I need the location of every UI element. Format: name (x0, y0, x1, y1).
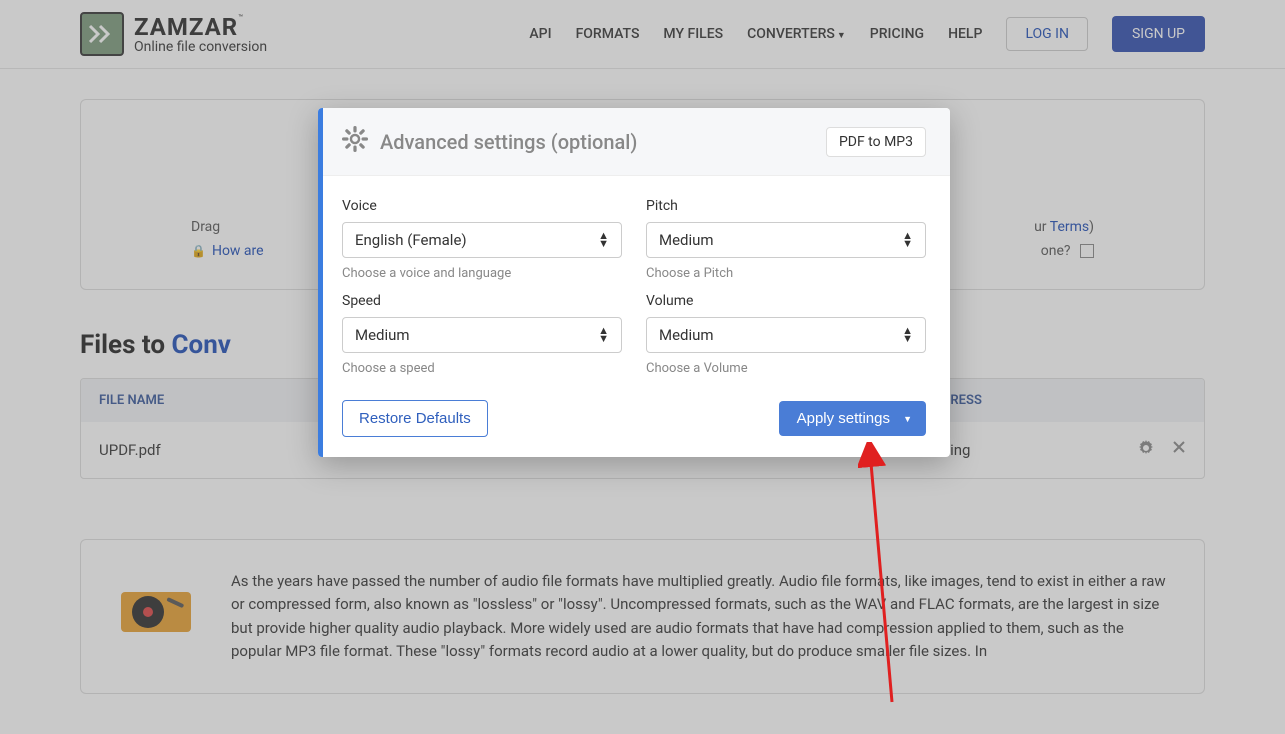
gear-icon (342, 126, 368, 157)
advanced-settings-modal: Advanced settings (optional) PDF to MP3 … (318, 108, 950, 457)
sort-icon: ▲▼ (902, 327, 913, 342)
volume-select[interactable]: Medium▲▼ (646, 317, 926, 353)
apply-settings-button[interactable]: Apply settings▼ (779, 401, 926, 436)
pitch-select[interactable]: Medium▲▼ (646, 222, 926, 258)
sort-icon: ▲▼ (902, 232, 913, 247)
modal-title: Advanced settings (optional) (380, 130, 637, 154)
voice-select[interactable]: English (Female)▲▼ (342, 222, 622, 258)
restore-defaults-button[interactable]: Restore Defaults (342, 400, 488, 437)
voice-hint: Choose a voice and language (342, 266, 622, 281)
sort-icon: ▲▼ (598, 232, 609, 247)
volume-label: Volume (646, 293, 926, 309)
volume-hint: Choose a Volume (646, 361, 926, 376)
modal-accent-bar (318, 108, 323, 457)
speed-hint: Choose a speed (342, 361, 622, 376)
chevron-down-icon: ▼ (903, 414, 912, 424)
pitch-hint: Choose a Pitch (646, 266, 926, 281)
speed-select[interactable]: Medium▲▼ (342, 317, 622, 353)
modal-header: Advanced settings (optional) PDF to MP3 (318, 108, 950, 176)
voice-label: Voice (342, 198, 622, 214)
conversion-badge: PDF to MP3 (826, 127, 926, 157)
speed-label: Speed (342, 293, 622, 309)
sort-icon: ▲▼ (598, 327, 609, 342)
pitch-label: Pitch (646, 198, 926, 214)
